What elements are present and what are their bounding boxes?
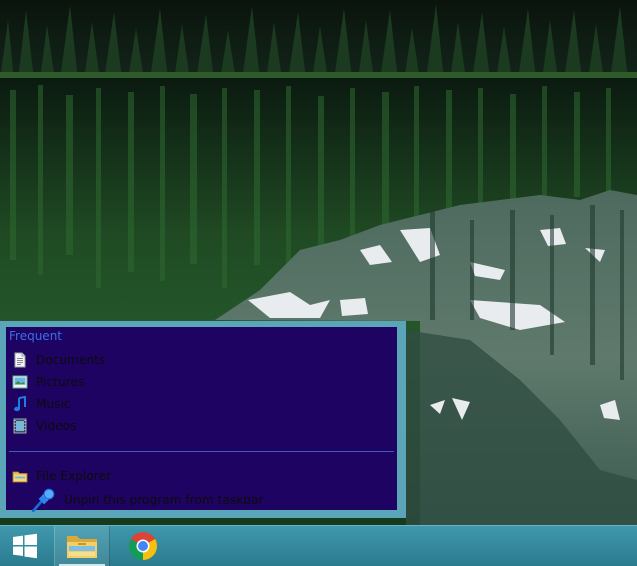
jump-list-panel: Frequent Documents Pictures Music Videos… [6,327,397,513]
videos-icon [13,418,27,434]
jump-list-item-label: Videos [36,419,77,433]
jump-list-item-label: Music [36,397,71,411]
taskbar [0,525,637,566]
taskbar-file-explorer-button[interactable] [54,526,110,566]
taskbar-jump-list: Frequent Documents Pictures Music Videos… [0,321,406,518]
start-button[interactable] [0,526,50,566]
jump-list-item-pictures[interactable]: Pictures [6,371,397,393]
file-explorer-icon [12,471,28,483]
jump-list-item-videos[interactable]: Videos [6,415,397,437]
jump-list-task-label: File Explorer [36,469,112,483]
jump-list-item-label: Documents [36,353,106,367]
jump-list-task-unpin[interactable]: Unpin this program from taskbar [6,487,397,513]
jump-list-item-label: Pictures [36,375,85,389]
pin-icon [31,488,55,513]
pictures-icon [12,375,28,389]
windows-logo-icon [13,533,37,559]
jump-list-separator [9,451,394,452]
jump-list-task-label: Unpin this program from taskbar [64,493,264,507]
folder-icon [67,536,97,558]
jump-list-task-file-explorer[interactable]: File Explorer [6,465,397,487]
jump-list-heading-frequent: Frequent [9,329,62,343]
jump-list-item-music[interactable]: Music [6,393,397,415]
taskbar-chrome-button[interactable] [116,526,170,566]
music-icon [14,396,26,412]
chrome-icon [129,532,157,560]
jump-list-item-documents[interactable]: Documents [6,349,397,371]
documents-icon [14,352,26,368]
